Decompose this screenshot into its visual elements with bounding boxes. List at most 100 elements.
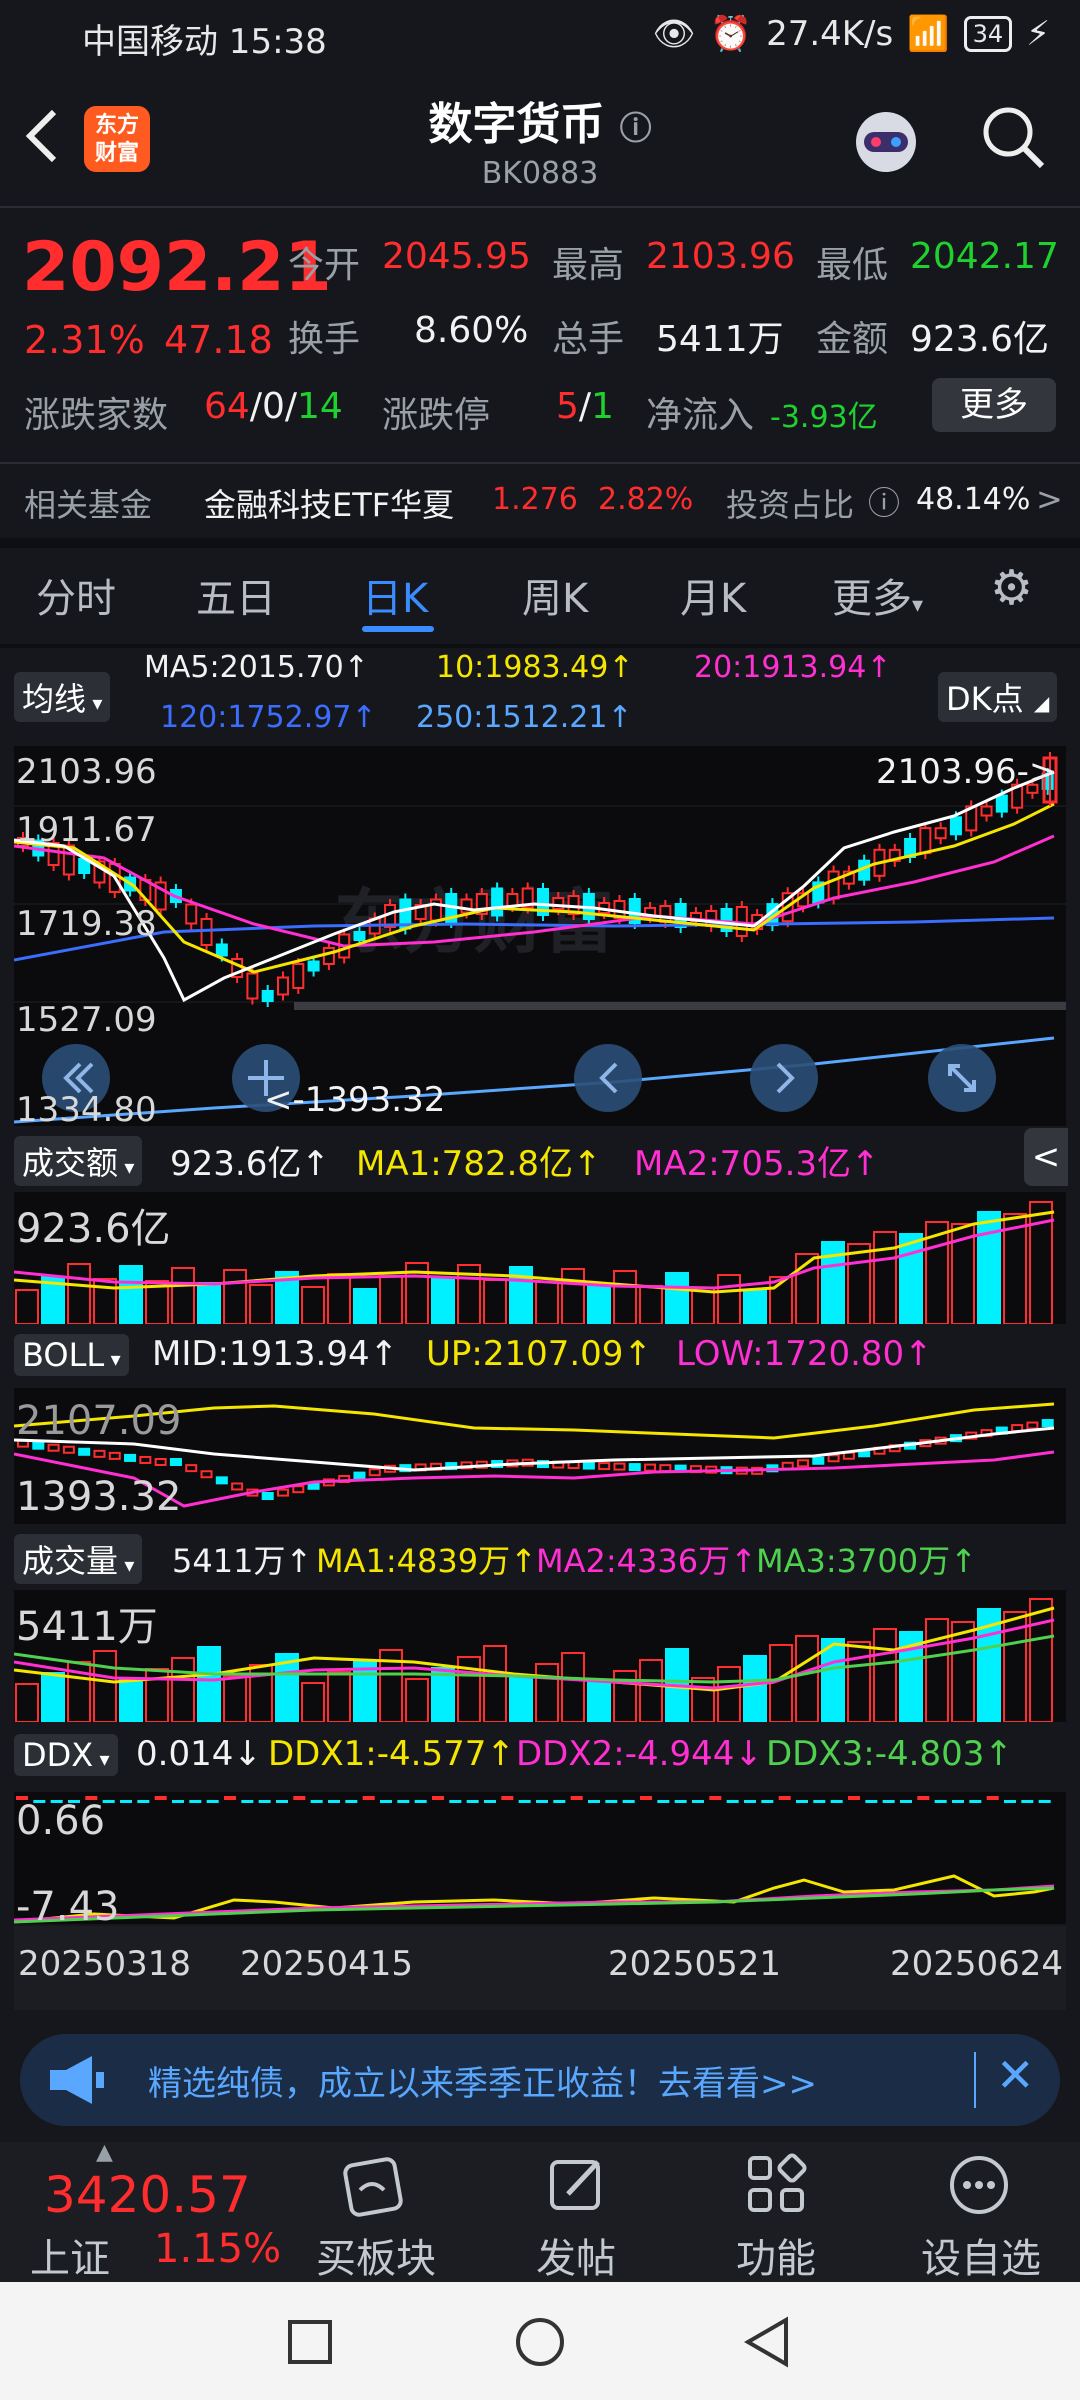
ddx-bar bbox=[1021, 1800, 1034, 1803]
ddx-bar bbox=[276, 1800, 288, 1803]
add-watchlist-button[interactable]: 设自选 bbox=[898, 2226, 1064, 2284]
ddx-bar bbox=[1038, 1800, 1051, 1803]
help-icon[interactable]: ⓘ bbox=[868, 478, 900, 524]
active-tab-indicator bbox=[362, 626, 434, 632]
search-icon[interactable] bbox=[978, 102, 1048, 172]
promo-banner[interactable]: 精选纯债，成立以来季季正收益！去看看>> ✕ bbox=[20, 2034, 1060, 2126]
index-price[interactable]: 3420.57 bbox=[44, 2166, 251, 2224]
back-icon[interactable] bbox=[742, 2316, 794, 2368]
pan-right-icon[interactable] bbox=[750, 1044, 818, 1112]
ddx-bar bbox=[657, 1800, 670, 1803]
limit-label: 涨跌停 bbox=[382, 395, 491, 436]
index-name[interactable]: 上证 bbox=[30, 2226, 110, 2284]
boll-selector[interactable]: BOLL ▾ bbox=[14, 1334, 129, 1376]
pan-left-icon[interactable] bbox=[574, 1044, 642, 1112]
ddx-axis-top: 0.66 bbox=[16, 1798, 106, 1844]
boll-candlestick bbox=[582, 1461, 595, 1470]
dk-point-button[interactable]: DK点 ◢ bbox=[938, 672, 1058, 722]
volume-bar bbox=[795, 1635, 819, 1722]
settings-gear-icon[interactable]: ⚙ bbox=[990, 560, 1033, 616]
tab-more[interactable]: 更多▾ bbox=[832, 566, 923, 624]
carrier-time: 中国移动 15:38 bbox=[82, 22, 327, 62]
amount-bar bbox=[171, 1267, 195, 1324]
buy-sector-button[interactable]: 买板块 bbox=[296, 2226, 456, 2284]
expand-up-icon[interactable]: ▲ bbox=[96, 2140, 113, 2165]
divider bbox=[0, 462, 1080, 464]
ddx-bar bbox=[692, 1800, 704, 1803]
ddx1-value: DDX1:-4.577↑ bbox=[268, 1734, 515, 1774]
divider bbox=[0, 206, 1080, 208]
volume-bar bbox=[847, 1641, 871, 1722]
boll-candlestick bbox=[47, 1443, 60, 1452]
boll-candlestick bbox=[154, 1458, 167, 1466]
boll-candlestick bbox=[1026, 1421, 1039, 1430]
index-pct[interactable]: 1.15% bbox=[154, 2226, 281, 2272]
buy-sector-icon[interactable] bbox=[338, 2154, 408, 2220]
more-button[interactable]: 更多 bbox=[932, 378, 1056, 432]
more-dots-icon[interactable] bbox=[944, 2152, 1014, 2218]
ddx-bar bbox=[588, 1800, 600, 1803]
collapse-panel-icon[interactable]: < bbox=[1024, 1128, 1068, 1186]
ddx-bar bbox=[241, 1800, 254, 1803]
ddx-bar bbox=[432, 1796, 444, 1800]
functions-button[interactable]: 功能 bbox=[696, 2226, 856, 2284]
fund-name[interactable]: 金融科技ETF华夏 bbox=[204, 480, 454, 526]
boll-candlestick bbox=[797, 1459, 809, 1468]
ddx-bar bbox=[640, 1796, 652, 1800]
post-icon[interactable] bbox=[542, 2152, 612, 2218]
limit-counts: 5/1 bbox=[556, 386, 614, 427]
ddx-bar bbox=[345, 1800, 358, 1803]
candlestick bbox=[154, 876, 167, 916]
boll-candlestick bbox=[277, 1488, 289, 1497]
recent-apps-icon[interactable] bbox=[286, 2318, 334, 2366]
price-axis-bottom: 1334.80 bbox=[16, 1090, 157, 1130]
chevron-right-icon[interactable]: > bbox=[1036, 480, 1063, 518]
eye-icon: 👁 bbox=[652, 14, 696, 54]
amount-indicator-selector[interactable]: 成交额 ▾ bbox=[14, 1136, 143, 1186]
ddx-bar bbox=[796, 1800, 808, 1803]
boll-candlestick bbox=[93, 1449, 106, 1458]
ddx-bar bbox=[917, 1796, 930, 1800]
candlestick bbox=[200, 913, 213, 951]
post-button[interactable]: 发帖 bbox=[496, 2226, 656, 2284]
amount-value: 923.6亿 bbox=[910, 319, 1050, 360]
volume-ma2: MA2:4336万↑ bbox=[536, 1542, 757, 1580]
amount-bar bbox=[379, 1275, 403, 1324]
close-icon[interactable]: ✕ bbox=[996, 2048, 1035, 2102]
boll-candlestick bbox=[215, 1476, 228, 1485]
volume-selector[interactable]: 成交量 ▾ bbox=[14, 1534, 143, 1584]
amount-indicator-value: 923.6亿↑ bbox=[170, 1144, 330, 1184]
ddx-selector[interactable]: DDX ▾ bbox=[14, 1734, 118, 1776]
ddx-bar bbox=[206, 1800, 219, 1803]
amount-bar bbox=[561, 1268, 585, 1324]
robot-assistant-icon[interactable] bbox=[846, 102, 926, 182]
amount-bar bbox=[431, 1277, 455, 1324]
boll-axis-bottom: 1393.32 bbox=[16, 1474, 182, 1520]
info-icon[interactable]: ⓘ bbox=[620, 109, 652, 147]
ddx-bar bbox=[224, 1796, 236, 1800]
low-label: 最低 bbox=[816, 245, 889, 286]
kline-chart[interactable]: 东方财富 bbox=[14, 746, 1066, 1126]
ddx-bar bbox=[674, 1800, 687, 1803]
functions-grid-icon[interactable] bbox=[742, 2152, 812, 2218]
tab-daily-k[interactable]: 日K bbox=[362, 566, 428, 624]
price-band bbox=[294, 1002, 1066, 1010]
price-axis-4: 1527.09 bbox=[16, 1000, 157, 1040]
tab-intraday[interactable]: 分时 bbox=[36, 566, 116, 624]
ddx-bar bbox=[380, 1800, 392, 1803]
current-price: 2092.21 bbox=[22, 228, 332, 307]
candlestick bbox=[537, 883, 549, 921]
status-bar: 中国移动 15:38 👁 ⏰ 27.4K/s 📶 34 ⚡ bbox=[0, 0, 1080, 72]
tab-monthly-k[interactable]: 月K bbox=[680, 566, 746, 624]
tab-weekly-k[interactable]: 周K bbox=[522, 566, 588, 624]
tab-five-day[interactable]: 五日 bbox=[196, 566, 276, 624]
ddx-bar bbox=[449, 1800, 462, 1803]
volume-bar bbox=[925, 1618, 949, 1722]
volume-bar bbox=[483, 1645, 507, 1722]
home-icon[interactable] bbox=[514, 2316, 566, 2368]
amount-bar bbox=[873, 1231, 897, 1324]
ma-selector[interactable]: 均线 ▾ bbox=[14, 672, 111, 722]
low-marker: <-1393.32 bbox=[264, 1080, 446, 1120]
divider bbox=[0, 644, 1080, 648]
amount-bar bbox=[327, 1273, 351, 1324]
